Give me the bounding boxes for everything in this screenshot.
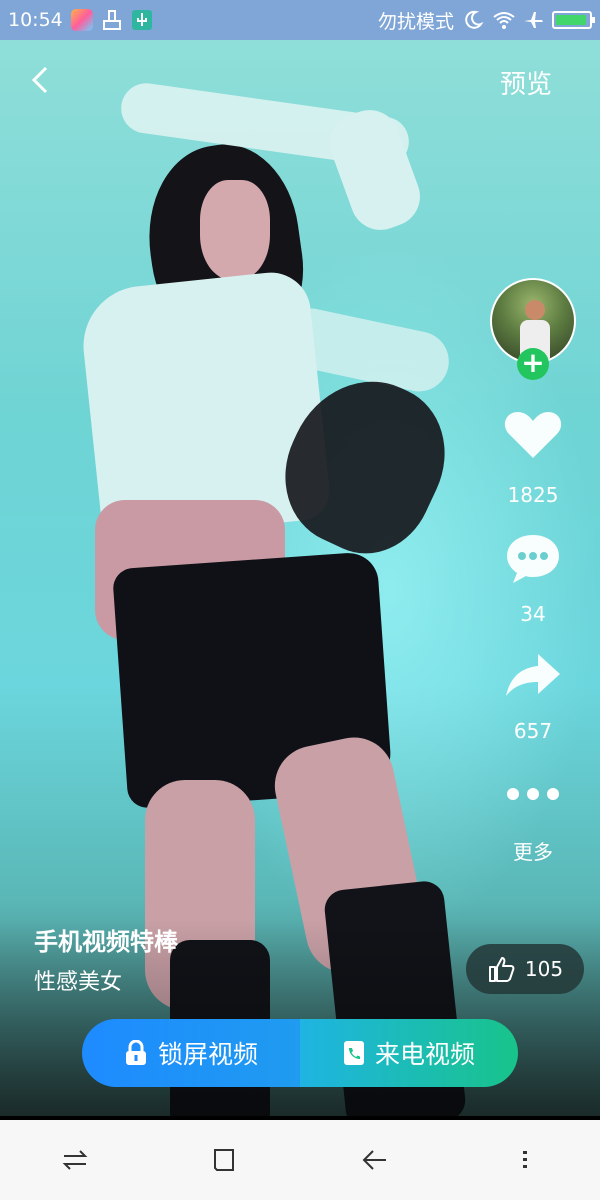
broom-icon — [101, 9, 123, 31]
more-button[interactable] — [500, 764, 566, 824]
call-video-label: 来电视频 — [374, 1040, 475, 1069]
more-label: 更多 — [513, 840, 553, 864]
back-arrow-icon — [362, 1150, 386, 1170]
system-nav-bar — [0, 1120, 600, 1200]
share-button[interactable] — [500, 645, 566, 705]
like-count: 1825 — [507, 483, 559, 507]
menu-dots-icon — [523, 1151, 527, 1168]
heart-icon — [504, 412, 562, 458]
nav-home-button[interactable] — [195, 1130, 255, 1190]
video-title: 手机视频特棒 — [34, 928, 178, 956]
comment-count: 34 — [520, 602, 546, 626]
wifi-icon — [492, 9, 515, 31]
thumbs-up-icon — [488, 957, 515, 982]
status-time: 10:54 — [8, 9, 63, 31]
lockscreen-video-label: 锁屏视频 — [157, 1040, 258, 1069]
nav-switch-button[interactable] — [45, 1130, 105, 1190]
follow-button[interactable]: + — [517, 348, 549, 380]
airplane-icon — [522, 9, 544, 31]
comment-button[interactable] — [500, 528, 566, 588]
share-count: 657 — [513, 719, 553, 743]
comment-icon — [507, 535, 559, 583]
lockscreen-video-button[interactable]: 锁屏视频 — [82, 1019, 300, 1087]
avatar-head — [525, 300, 545, 320]
moon-icon — [462, 9, 484, 31]
back-button[interactable] — [24, 62, 60, 98]
cta-bar: 锁屏视频 来电视频 — [82, 1019, 518, 1087]
more-dots-icon — [507, 788, 559, 800]
dancer-face — [200, 180, 270, 280]
swap-arrows-icon — [62, 1150, 88, 1170]
dancer-arm-right — [321, 101, 429, 239]
preview-button[interactable]: 预览 — [500, 64, 552, 101]
battery-fill — [556, 15, 586, 25]
thumbs-up-count: 105 — [524, 957, 564, 981]
square-icon — [214, 1149, 234, 1171]
app-badge-icon — [70, 9, 93, 31]
nav-back-button[interactable] — [345, 1130, 405, 1190]
share-arrow-icon — [506, 654, 560, 696]
battery-icon — [552, 11, 595, 29]
thumbs-up-chip[interactable]: 105 — [466, 944, 584, 994]
chevron-left-icon — [31, 66, 48, 94]
usb-icon — [131, 9, 153, 31]
nav-menu-button[interactable] — [495, 1130, 555, 1190]
lock-icon — [125, 1040, 146, 1065]
like-button[interactable] — [500, 405, 566, 465]
video-tag[interactable]: 性感美女 — [34, 964, 122, 996]
status-bar: 10:54 勿扰模式 — [0, 0, 600, 40]
call-video-button[interactable]: 来电视频 — [300, 1019, 518, 1087]
dnd-label: 勿扰模式 — [377, 10, 454, 33]
phone-card-icon — [343, 1041, 364, 1065]
